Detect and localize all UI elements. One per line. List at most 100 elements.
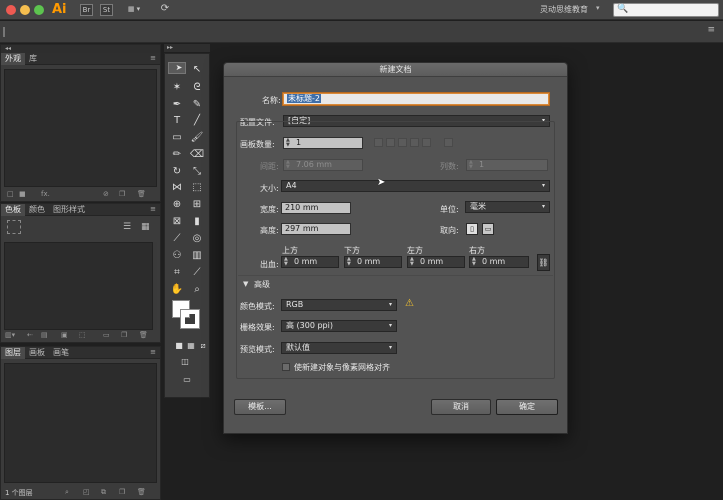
bleed-top-input[interactable]: ▲ ▼ 0 mm xyxy=(281,256,339,268)
layout-direction-icon[interactable] xyxy=(422,138,431,147)
grid-by-row-icon[interactable] xyxy=(374,138,383,147)
swatches-scrollbar[interactable] xyxy=(152,242,157,330)
arrange-by-column-icon[interactable] xyxy=(410,138,419,147)
show-kinds-icon[interactable]: ▤ xyxy=(41,331,48,339)
size-select[interactable]: A4 ▾ xyxy=(281,180,550,192)
curvature-tool-icon[interactable]: ✎ xyxy=(188,97,206,113)
zoom-window-button[interactable] xyxy=(34,5,44,15)
lasso-tool-icon[interactable]: ᘓ xyxy=(188,80,206,96)
stepper-icon[interactable]: ▲ ▼ xyxy=(284,257,290,267)
rotate-tool-icon[interactable]: ↻ xyxy=(168,164,186,180)
collapse-left-icon[interactable]: ◂◂ xyxy=(5,45,11,52)
portrait-orientation-button[interactable]: ▯ xyxy=(466,223,478,235)
close-window-button[interactable] xyxy=(6,5,16,15)
width-input[interactable]: 210 mm xyxy=(281,202,351,214)
control-bar-grip[interactable] xyxy=(3,27,5,37)
swatch-options-icon[interactable]: ▣ xyxy=(61,331,68,339)
tab-brushes[interactable]: 画笔 xyxy=(49,347,73,359)
new-sublayer-icon[interactable]: ⧉ xyxy=(101,488,106,497)
locate-object-icon[interactable]: ⌕ xyxy=(65,488,69,497)
place-swatch-icon[interactable]: ⇠ xyxy=(27,331,33,339)
units-select[interactable]: 毫米 ▾ xyxy=(465,201,550,213)
stepper-icon[interactable]: ▲ ▼ xyxy=(347,257,353,267)
right-to-left-icon[interactable] xyxy=(444,138,453,147)
collapse-triangle-icon[interactable]: ▼ xyxy=(243,280,248,288)
perspective-grid-tool-icon[interactable]: ⊞ xyxy=(188,197,206,213)
raster-effects-select[interactable]: 高 (300 ppi) ▾ xyxy=(281,320,397,332)
stroke-color-swatch[interactable] xyxy=(180,309,200,329)
type-tool-icon[interactable]: T xyxy=(168,113,186,129)
line-segment-tool-icon[interactable]: ╱ xyxy=(188,113,206,129)
rectangle-tool-icon[interactable]: ▭ xyxy=(168,130,186,146)
stepper-icon[interactable]: ▲ ▼ xyxy=(286,138,292,148)
stepper-icon[interactable]: ▲ ▼ xyxy=(472,257,478,267)
hand-tool-icon[interactable]: ✋ xyxy=(168,282,186,298)
blend-tool-icon[interactable]: ◎ xyxy=(188,231,206,247)
new-color-group-icon[interactable]: ▭ xyxy=(103,331,110,339)
mesh-tool-icon[interactable]: ⊠ xyxy=(168,214,186,230)
new-fill-icon[interactable]: ■ xyxy=(19,190,26,198)
new-stroke-icon[interactable]: □ xyxy=(7,190,14,198)
tab-appearance[interactable]: 外观 xyxy=(1,53,25,65)
gradient-tool-icon[interactable]: ▮ xyxy=(188,214,206,230)
advanced-label[interactable]: 高级 xyxy=(254,279,270,290)
tab-graphic-styles[interactable]: 图形样式 xyxy=(49,204,89,216)
selection-tool-icon[interactable]: ➤ xyxy=(168,62,186,74)
none-mode-icon[interactable]: ⧄ xyxy=(194,338,212,354)
gpu-performance-icon[interactable]: ⟳ xyxy=(158,4,172,16)
spacing-input[interactable]: ▲ ▼ 7.06 mm xyxy=(283,159,363,171)
clipping-mask-icon[interactable]: ◰ xyxy=(83,488,90,496)
workspace-switcher[interactable]: 灵动思维教育 xyxy=(540,4,588,15)
cancel-button[interactable]: 取消 xyxy=(431,399,491,415)
magic-wand-tool-icon[interactable]: ✶ xyxy=(168,80,186,96)
tab-libraries[interactable]: 库 xyxy=(25,53,41,65)
landscape-orientation-button[interactable]: ▭ xyxy=(482,223,494,235)
color-mode-select[interactable]: RGB ▾ xyxy=(281,299,397,311)
eraser-tool-icon[interactable]: ⌫ xyxy=(188,147,206,163)
swatch-libraries-icon[interactable]: ▥▾ xyxy=(5,331,15,339)
stepper-icon[interactable]: ▲ ▼ xyxy=(286,160,292,170)
thumbnail-view-icon[interactable]: ▦ xyxy=(141,222,150,232)
direct-selection-tool-icon[interactable]: ↖ xyxy=(188,62,206,78)
search-input[interactable]: 🔍 xyxy=(613,3,719,17)
height-input[interactable]: 297 mm xyxy=(281,223,351,235)
link-bleed-icon[interactable]: ⛓ xyxy=(537,254,550,271)
arrange-documents-icon[interactable]: ▦ ▾ xyxy=(122,4,146,16)
color-group-icon[interactable]: ⬚ xyxy=(79,331,86,339)
scale-tool-icon[interactable]: ⤡ xyxy=(188,164,206,180)
new-swatch-icon[interactable]: ❐ xyxy=(121,331,127,339)
minimize-window-button[interactable] xyxy=(20,5,30,15)
paintbrush-tool-icon[interactable]: 🖌 xyxy=(188,130,206,146)
tab-artboards[interactable]: 画板 xyxy=(25,347,49,359)
delete-item-icon[interactable]: 🗑 xyxy=(137,190,146,198)
templates-button[interactable]: 模板... xyxy=(234,399,286,415)
duplicate-item-icon[interactable]: ❐ xyxy=(119,190,125,198)
stock-button[interactable]: St xyxy=(100,4,113,16)
panel-menu-icon[interactable]: ≡ xyxy=(150,54,156,62)
eyedropper-tool-icon[interactable]: ⟋ xyxy=(168,231,186,247)
ok-button[interactable]: 确定 xyxy=(496,399,558,415)
columns-input[interactable]: ▲ ▼ 1 xyxy=(466,159,548,171)
symbol-sprayer-tool-icon[interactable]: ⚇ xyxy=(168,248,186,264)
shape-builder-tool-icon[interactable]: ⊕ xyxy=(168,197,186,213)
panel-collapse-bar[interactable]: ◂◂ xyxy=(1,45,160,53)
draw-mode-icon[interactable]: ◫ xyxy=(176,354,194,370)
toolbox-collapse-icon[interactable]: ▸▸ xyxy=(167,44,173,51)
pencil-tool-icon[interactable]: ✏ xyxy=(168,147,186,163)
stepper-icon[interactable]: ▲ ▼ xyxy=(469,160,475,170)
arrange-by-row-icon[interactable] xyxy=(398,138,407,147)
column-graph-tool-icon[interactable]: ▥ xyxy=(188,248,206,264)
width-tool-icon[interactable]: ⋈ xyxy=(168,180,186,196)
panel-menu-icon[interactable]: ≡ xyxy=(150,348,156,356)
delete-layer-icon[interactable]: 🗑 xyxy=(137,488,146,496)
tab-swatches[interactable]: 色板 xyxy=(1,204,25,216)
zoom-tool-icon[interactable]: ⌕ xyxy=(188,282,206,298)
preview-mode-select[interactable]: 默认值 ▾ xyxy=(281,342,397,354)
fill-stroke-indicator-icon[interactable] xyxy=(7,220,21,234)
free-transform-tool-icon[interactable]: ⬚ xyxy=(188,180,206,196)
clear-appearance-icon[interactable]: ⊘ xyxy=(103,190,109,198)
tab-layers[interactable]: 图层 xyxy=(1,347,25,359)
bleed-right-input[interactable]: ▲ ▼ 0 mm xyxy=(469,256,529,268)
slice-tool-icon[interactable]: ⟋ xyxy=(188,265,206,281)
bleed-bottom-input[interactable]: ▲ ▼ 0 mm xyxy=(344,256,402,268)
